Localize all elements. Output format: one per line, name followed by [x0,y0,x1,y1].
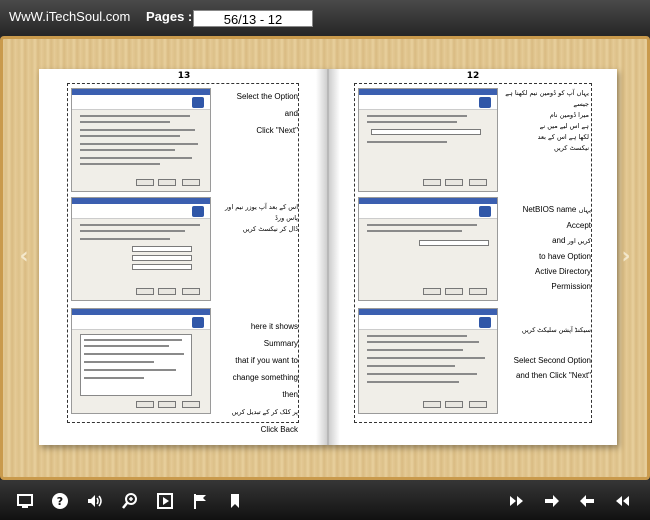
zoom-icon[interactable] [121,492,139,510]
book-stage: ‹ › 13 Select the Option and Click "Next… [0,36,650,480]
prev-page-icon[interactable] [578,492,596,510]
sound-icon[interactable] [86,492,104,510]
page-number-input[interactable]: 56/13 - 12 [193,10,313,27]
help-icon[interactable]: ? [51,492,69,510]
instruction-line: ڈال کر نیکسٹ کریں [242,225,298,233]
instruction-line: Active Directory [534,267,591,276]
next-page-arrow-icon[interactable]: › [619,246,633,268]
instruction-line: to have [538,252,566,261]
wizard-screenshot [71,308,211,414]
instruction-line: change something then [232,373,298,399]
instruction-text: اس کے بعد آپ یوزر نیم اور پاس ورڈ ڈال کر… [218,202,298,235]
play-icon[interactable] [156,492,174,510]
instruction-line: اس کے بعد آپ یوزر نیم اور پاس ورڈ [225,203,298,222]
flag-icon[interactable] [191,492,209,510]
instruction-line: Accept [566,221,591,230]
instruction-text: NetBIOS name یہاں Accept and کریں اور to… [503,202,591,294]
wizard-screenshot [71,88,211,192]
instruction-line: Click Back [260,425,298,434]
left-page-frame: Select the Option and Click "Next" اس کے… [67,83,299,434]
instruction-line: Permission [551,282,591,291]
instruction-line: that if you want to [235,356,298,365]
next-page-icon[interactable] [543,492,561,510]
wizard-screenshot [358,88,498,192]
wizard-screenshot [71,197,211,301]
instruction-text: Select the Option and Click "Next" [226,88,298,139]
screen-icon[interactable] [16,492,34,510]
instruction-line: Select the Option and [236,92,298,118]
pages-label: Pages : [146,9,193,24]
instruction-text: یہاں آپ کو ڈومین نیم لکھنا ہے جیسے میرا … [505,88,589,154]
instruction-line: کریں اور [567,238,591,245]
instruction-line: میرا ڈومین نام [549,111,589,119]
instruction-line: ہے اس لیے میں نے [539,122,589,130]
wizard-screenshot [358,197,498,301]
wizard-logo-icon [479,317,491,328]
instruction-line: یہاں [578,207,591,214]
instruction-line: پر کلک کر کے تبدیل کریں [231,409,298,416]
instruction-line: یہاں آپ کو ڈومین نیم لکھنا ہے جیسے [505,89,589,108]
instruction-line: here it shows Summary [250,322,298,348]
site-title[interactable]: WwW.iTechSoul.com [9,9,130,24]
instruction-line: Option [567,252,591,261]
flip-book[interactable]: 13 Select the Option and Click "Next" اس… [39,69,617,445]
instruction-line: and then Click "Next" [515,371,591,380]
right-page-number: 12 [466,71,480,81]
instruction-line: and [552,236,566,245]
wizard-logo-icon [192,97,204,108]
instruction-line: NetBIOS name [522,205,577,214]
last-page-icon[interactable] [508,492,526,510]
wizard-screenshot [358,308,498,414]
prev-page-arrow-icon[interactable]: ‹ [17,246,31,268]
wizard-logo-icon [192,317,204,328]
svg-text:?: ? [57,495,63,508]
book-spine [316,69,340,445]
top-bar: WwW.iTechSoul.com Pages : 56/13 - 12 [0,0,650,36]
left-page[interactable]: 13 Select the Option and Click "Next" اس… [39,69,328,445]
instruction-line: Select Second Option [513,356,591,365]
left-page-number: 13 [177,71,191,81]
instruction-text: سیکنڈ آپشن سلیکٹ کریں Select Second Opti… [503,322,591,383]
right-page[interactable]: 12 یہاں آپ کو ڈومین نیم لکھنا ہے جیسے می… [328,69,617,445]
instruction-line: Click "Next" [256,126,298,135]
instruction-text: here it shows Summary that if you want t… [216,318,298,438]
bookmark-icon[interactable] [226,492,244,510]
first-page-icon[interactable] [613,492,631,510]
wizard-logo-icon [479,206,491,217]
instruction-line: سیکنڈ آپشن سلیکٹ کریں [521,327,591,334]
wizard-logo-icon [479,97,491,108]
wizard-logo-icon [192,206,204,217]
instruction-line: نیکسٹ کریں [553,144,589,152]
instruction-line: لکھا ہے اس کے بعد [537,133,589,141]
right-page-frame: یہاں آپ کو ڈومین نیم لکھنا ہے جیسے میرا … [354,83,592,423]
bottom-toolbar: ? [0,480,650,520]
